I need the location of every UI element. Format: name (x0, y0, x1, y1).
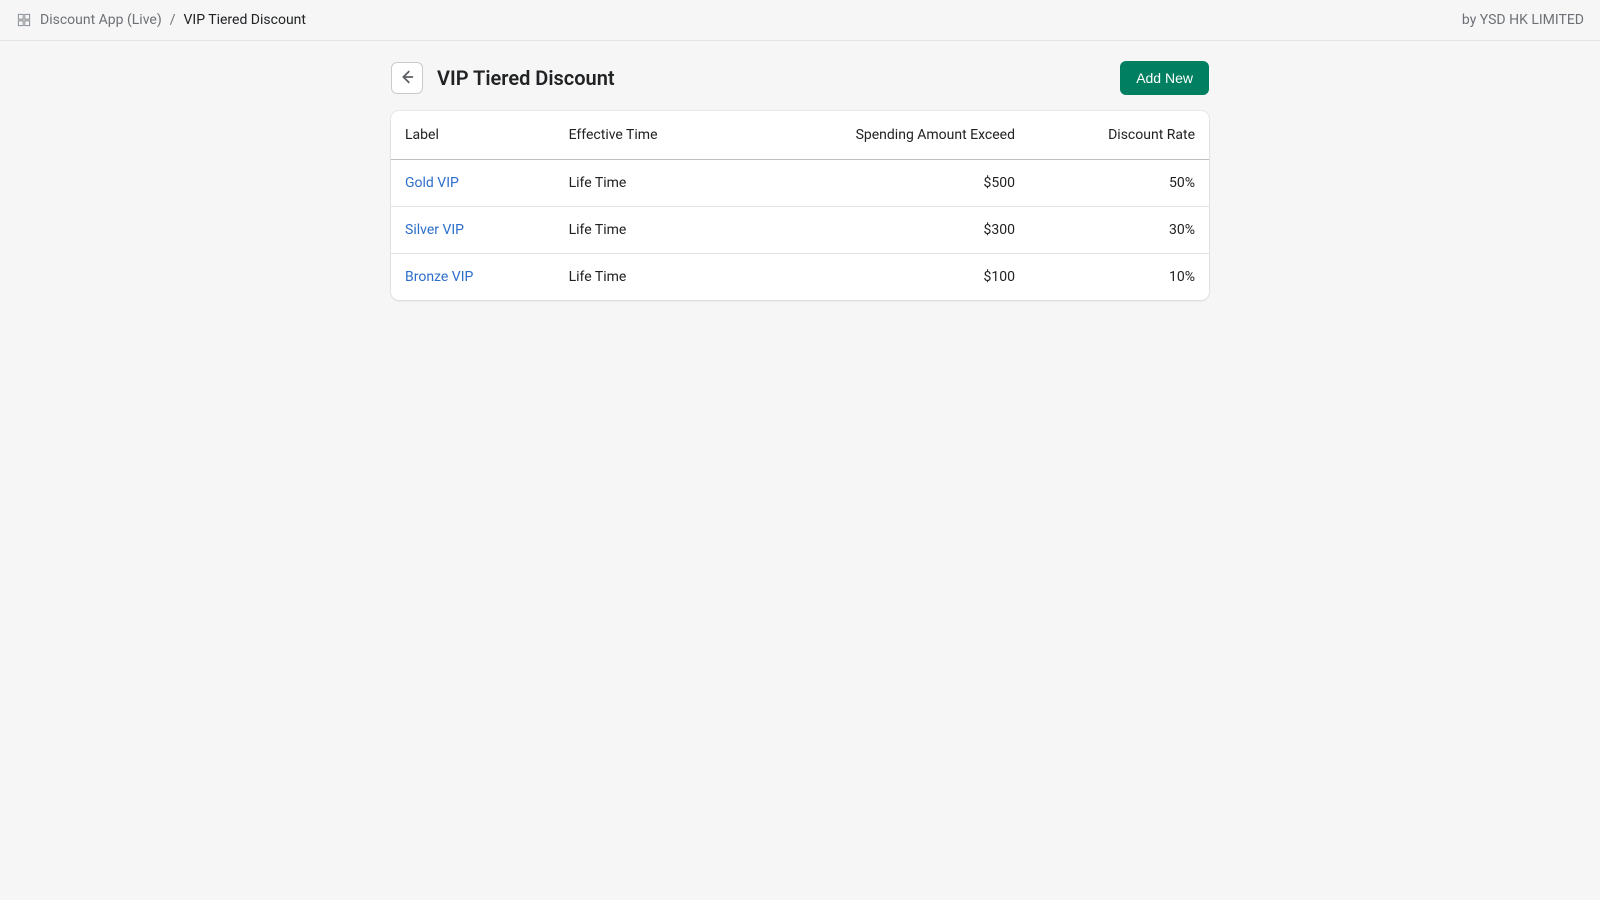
tier-spending-amount: $100 (800, 254, 1029, 301)
tier-discount-rate: 50% (1029, 160, 1209, 207)
column-header-discount-rate: Discount Rate (1029, 111, 1209, 160)
table-header-row: Label Effective Time Spending Amount Exc… (391, 111, 1209, 160)
tier-link[interactable]: Gold VIP (405, 175, 459, 191)
breadcrumb: Discount App (Live) / VIP Tiered Discoun… (16, 12, 306, 28)
column-header-label: Label (391, 111, 555, 160)
add-new-button[interactable]: Add New (1120, 61, 1209, 95)
tier-effective-time: Life Time (555, 160, 800, 207)
table-row: Bronze VIP Life Time $100 10% (391, 254, 1209, 301)
tier-discount-rate: 10% (1029, 254, 1209, 301)
tier-link[interactable]: Bronze VIP (405, 269, 473, 285)
tier-discount-rate: 30% (1029, 207, 1209, 254)
back-button[interactable] (391, 62, 423, 94)
attribution-text: by YSD HK LIMITED (1462, 12, 1584, 28)
top-bar: Discount App (Live) / VIP Tiered Discoun… (0, 0, 1600, 41)
page-title: VIP Tiered Discount (437, 66, 615, 90)
breadcrumb-current: VIP Tiered Discount (183, 12, 306, 28)
table-row: Silver VIP Life Time $300 30% (391, 207, 1209, 254)
tier-effective-time: Life Time (555, 207, 800, 254)
tier-link[interactable]: Silver VIP (405, 222, 464, 238)
tier-table: Label Effective Time Spending Amount Exc… (391, 111, 1209, 300)
tier-spending-amount: $500 (800, 160, 1029, 207)
column-header-effective-time: Effective Time (555, 111, 800, 160)
tier-table-card: Label Effective Time Spending Amount Exc… (391, 111, 1209, 300)
breadcrumb-parent-link[interactable]: Discount App (Live) (40, 12, 162, 28)
page-header: VIP Tiered Discount Add New (391, 61, 1209, 95)
table-row: Gold VIP Life Time $500 50% (391, 160, 1209, 207)
apps-icon (16, 12, 32, 28)
arrow-left-icon (398, 68, 416, 89)
breadcrumb-separator: / (170, 12, 176, 28)
tier-spending-amount: $300 (800, 207, 1029, 254)
tier-effective-time: Life Time (555, 254, 800, 301)
column-header-spending-amount: Spending Amount Exceed (800, 111, 1029, 160)
